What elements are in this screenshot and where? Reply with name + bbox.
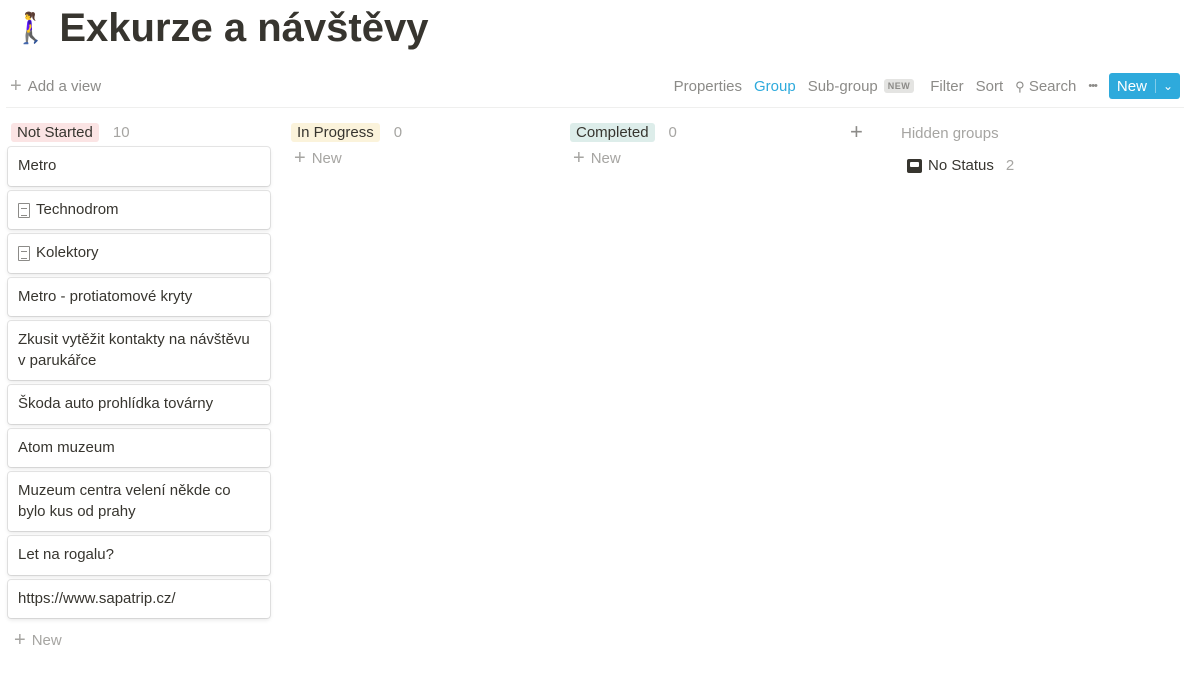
plus-icon: + <box>10 75 22 97</box>
filter-button[interactable]: Filter <box>930 78 963 95</box>
chevron-down-icon[interactable]: ⌄ <box>1154 79 1180 93</box>
card-title: Kolektory <box>36 244 99 261</box>
search-icon: ⚲ <box>1015 78 1025 94</box>
board-card[interactable]: Technodrom <box>8 191 270 230</box>
card-title: Muzeum centra velení někde co bylo kus o… <box>18 482 231 520</box>
board-card[interactable]: Atom muzeum <box>8 429 270 468</box>
column-in-progress: In Progress 0 + New <box>288 122 550 168</box>
new-badge: NEW <box>883 79 915 93</box>
new-label: New <box>590 149 621 167</box>
sort-button[interactable]: Sort <box>976 78 1004 95</box>
column-count: 10 <box>112 123 130 141</box>
board-card[interactable]: Metro <box>8 147 270 186</box>
board-card[interactable]: Metro - protiatomové kryty <box>8 278 270 317</box>
board-card[interactable]: Muzeum centra velení někde co bylo kus o… <box>8 472 270 531</box>
card-title: Technodrom <box>36 200 119 218</box>
board-card[interactable]: Let na rogalu? <box>8 536 270 575</box>
add-new-card-button[interactable]: + New <box>14 630 270 650</box>
no-status-label: No Status <box>928 157 994 174</box>
page-icon <box>18 202 30 218</box>
add-group-button[interactable]: + <box>850 119 863 145</box>
board-card[interactable]: https://www.sapatrip.cz/ <box>8 580 270 619</box>
column-not-started: Not Started 10 Metro Technodrom Kolektory Me… <box>8 122 270 650</box>
new-button-group: New ⌄ <box>1108 73 1180 99</box>
more-options-button[interactable]: ••• <box>1088 80 1098 92</box>
plus-icon: + <box>294 147 306 169</box>
status-tag[interactable]: Not Started <box>11 122 99 142</box>
page-header: 🚶‍♀️ Exkurze a návštěvy <box>12 6 428 51</box>
new-button[interactable]: New <box>1109 78 1155 95</box>
plus-icon: + <box>14 629 26 651</box>
add-new-card-button[interactable]: + New <box>573 148 829 168</box>
view-toolbar: + Add a view Properties Group Sub-group N… <box>0 72 1200 100</box>
page-icon <box>18 246 30 261</box>
card-title: Metro <box>18 157 57 174</box>
new-label: New <box>31 631 62 649</box>
status-tag[interactable]: In Progress <box>291 122 380 142</box>
add-new-card-button[interactable]: + New <box>294 148 550 168</box>
hidden-groups-label: Hidden groups <box>901 125 999 142</box>
column-completed: Completed 0 + New <box>567 122 829 168</box>
no-status-count: 2 <box>1005 157 1015 174</box>
subgroup-button[interactable]: Sub-group <box>808 78 878 95</box>
status-tag[interactable]: Completed <box>570 122 655 142</box>
group-button[interactable]: Group <box>754 78 796 95</box>
board-card[interactable]: Zkusit vytěžit kontakty na návštěvu v pa… <box>8 321 270 380</box>
add-view-label: Add a view <box>27 77 102 95</box>
search-label: Search <box>1028 77 1077 95</box>
page-icon[interactable]: 🚶‍♀️ <box>12 11 49 46</box>
card-title: Škoda auto prohlídka továrny <box>18 395 214 412</box>
plus-icon: + <box>573 147 585 169</box>
card-title: Metro - protiatomové kryty <box>18 287 193 305</box>
board-card[interactable]: Kolektory <box>8 234 270 273</box>
search-button[interactable]: ⚲ Search <box>1015 78 1076 95</box>
column-count: 0 <box>393 123 403 141</box>
divider <box>6 107 1184 108</box>
card-title: https://www.sapatrip.cz/ <box>18 589 176 607</box>
card-title: Atom muzeum <box>18 438 115 456</box>
new-label: New <box>311 149 342 167</box>
inbox-icon <box>907 158 922 173</box>
card-title: Let na rogalu? <box>18 546 114 563</box>
properties-button[interactable]: Properties <box>674 78 742 95</box>
card-title: Zkusit vytěžit kontakty na návštěvu v pa… <box>18 331 250 369</box>
board-card[interactable]: Škoda auto prohlídka továrny <box>8 385 270 424</box>
add-view-button[interactable]: + Add a view <box>10 76 101 96</box>
column-count: 0 <box>668 123 677 141</box>
page-title[interactable]: Exkurze a návštěvy <box>59 6 428 51</box>
hidden-group-no-status[interactable]: No Status 2 <box>907 157 1014 174</box>
